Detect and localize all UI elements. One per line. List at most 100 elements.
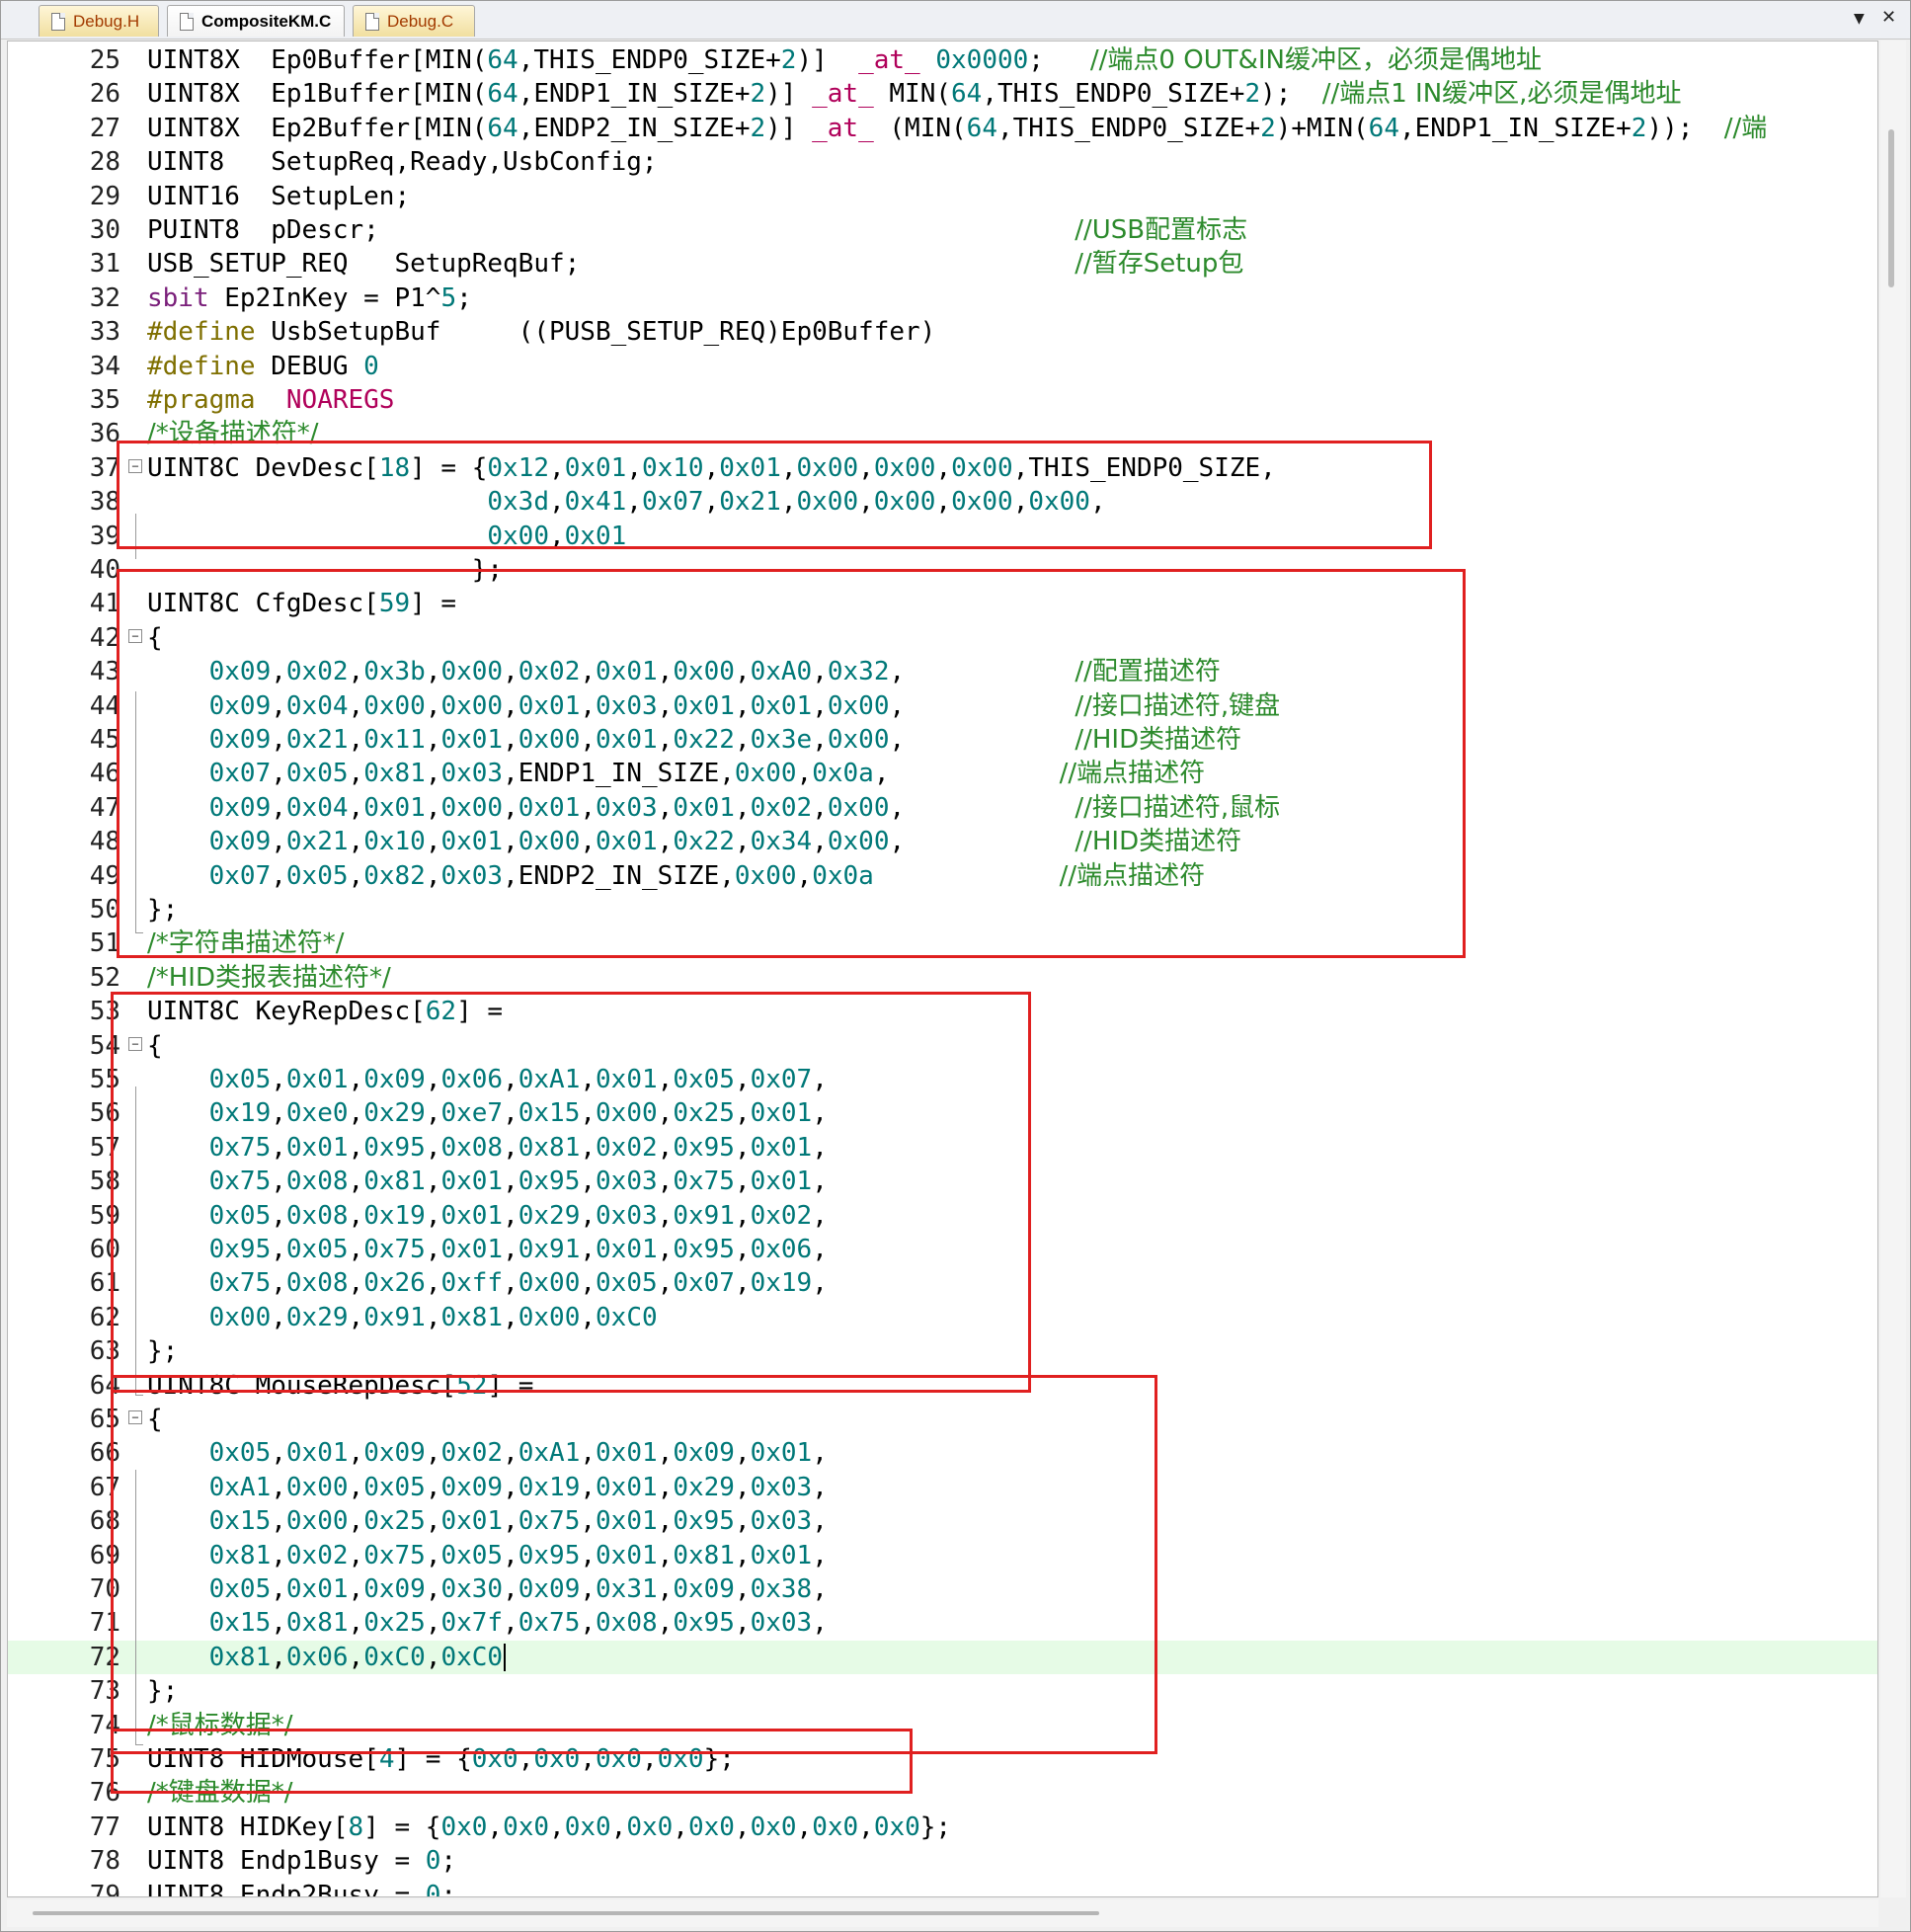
horizontal-scrollbar[interactable] bbox=[7, 1899, 1878, 1927]
code-line[interactable]: 25 UINT8X Ep0Buffer[MIN(64,THIS_ENDP0_SIZ… bbox=[8, 43, 1877, 77]
line-number: 44 bbox=[89, 690, 120, 721]
code-line[interactable]: 47 0x09,0x04,0x01,0x00,0x01,0x03,0x01,0x… bbox=[8, 791, 1877, 825]
horizontal-scroll-thumb[interactable] bbox=[33, 1911, 1099, 1915]
code-line[interactable]: 65−{ bbox=[8, 1403, 1877, 1436]
fold-toggle-icon[interactable]: − bbox=[128, 458, 142, 473]
code-line[interactable]: 45 0x09,0x21,0x11,0x01,0x00,0x01,0x22,0x… bbox=[8, 723, 1877, 757]
code-line[interactable]: 76 /*键盘数据*/ bbox=[8, 1776, 1877, 1810]
code-line[interactable]: 36 /*设备描述符*/ bbox=[8, 417, 1877, 450]
code-line[interactable]: 59 0x05,0x08,0x19,0x01,0x29,0x03,0x91,0x… bbox=[8, 1199, 1877, 1233]
line-number: 74 bbox=[89, 1710, 120, 1740]
code-line[interactable]: 26 UINT8X Ep1Buffer[MIN(64,ENDP1_IN_SIZE+… bbox=[8, 77, 1877, 111]
code-line[interactable]: 43 0x09,0x02,0x3b,0x00,0x02,0x01,0x00,0x… bbox=[8, 655, 1877, 688]
code-line[interactable]: 74 /*鼠标数据*/ bbox=[8, 1709, 1877, 1742]
code-line[interactable]: 50}; bbox=[8, 893, 1877, 926]
code-line[interactable]: 72 0x81,0x06,0xC0,0xC0 bbox=[8, 1640, 1877, 1674]
code-line[interactable]: 58 0x75,0x08,0x81,0x01,0x95,0x03,0x75,0x… bbox=[8, 1165, 1877, 1198]
code-line[interactable]: 68 0x15,0x00,0x25,0x01,0x75,0x01,0x95,0x… bbox=[8, 1504, 1877, 1538]
code-token: 18 bbox=[378, 452, 411, 483]
code-line[interactable]: 40 }; bbox=[8, 553, 1877, 587]
code-line[interactable]: 49 0x07,0x05,0x82,0x03,ENDP2_IN_SIZE,0x0… bbox=[8, 859, 1877, 893]
code-line[interactable]: 39 0x00,0x01 bbox=[8, 520, 1877, 553]
code-token: 0x00 bbox=[827, 725, 890, 755]
file-icon bbox=[180, 12, 194, 31]
code-line[interactable]: 73}; bbox=[8, 1674, 1877, 1708]
code-line[interactable]: 56 0x19,0xe0,0x29,0xe7,0x15,0x00,0x25,0x… bbox=[8, 1096, 1877, 1130]
tab-debug-h[interactable]: Debug.H bbox=[39, 5, 159, 37]
line-number: 36 bbox=[89, 419, 120, 449]
code-token: , bbox=[657, 1167, 674, 1197]
code-line[interactable]: 44 0x09,0x04,0x00,0x00,0x01,0x03,0x01,0x… bbox=[8, 689, 1877, 723]
code-line[interactable]: 57 0x75,0x01,0x95,0x08,0x81,0x02,0x95,0x… bbox=[8, 1131, 1877, 1165]
code-line[interactable]: 61 0x75,0x08,0x26,0xff,0x00,0x05,0x07,0x… bbox=[8, 1266, 1877, 1300]
code-line[interactable]: 31 USB_SETUP_REQ SetupReqBuf; //暂存Setup包 bbox=[8, 247, 1877, 281]
code-line[interactable]: 53 UINT8C KeyRepDesc[62] = bbox=[8, 995, 1877, 1028]
line-number: 72 bbox=[89, 1642, 120, 1672]
code-editor[interactable]: 25 UINT8X Ep0Buffer[MIN(64,THIS_ENDP0_SIZ… bbox=[7, 40, 1878, 1897]
code-line[interactable]: 62 0x00,0x29,0x91,0x81,0x00,0xC0 bbox=[8, 1301, 1877, 1334]
code-token: , bbox=[812, 792, 828, 823]
code-text: 0x75,0x08,0x26,0xff,0x00,0x05,0x07,0x19, bbox=[147, 1266, 828, 1300]
code-line[interactable]: 41 UINT8C CfgDesc[59] = bbox=[8, 587, 1877, 620]
code-line[interactable]: 64 UINT8C MouseRepDesc[52] = bbox=[8, 1369, 1877, 1403]
fold-toggle-icon[interactable]: − bbox=[128, 628, 142, 643]
code-line[interactable]: 27 UINT8X Ep2Buffer[MIN(64,ENDP2_IN_SIZE+… bbox=[8, 112, 1877, 145]
code-line[interactable]: 48 0x09,0x21,0x10,0x01,0x00,0x01,0x22,0x… bbox=[8, 825, 1877, 858]
code-token: , bbox=[271, 1540, 286, 1570]
tab-list-dropdown-icon[interactable]: ▼ bbox=[1854, 11, 1865, 27]
code-token: ] = { bbox=[410, 452, 488, 483]
code-token: , bbox=[734, 827, 751, 857]
code-token: (MIN( bbox=[873, 113, 967, 143]
code-line[interactable]: 52 /*HID类报表描述符*/ bbox=[8, 961, 1877, 995]
code-token: 0x09 bbox=[208, 690, 272, 721]
code-line[interactable]: 54−{ bbox=[8, 1029, 1877, 1063]
code-token: 0x75 bbox=[208, 1132, 272, 1163]
fold-toggle-icon[interactable]: − bbox=[128, 1036, 142, 1051]
code-line[interactable]: 71 0x15,0x81,0x25,0x7f,0x75,0x08,0x95,0x… bbox=[8, 1606, 1877, 1640]
code-token: 0x0 bbox=[596, 1744, 642, 1774]
code-line[interactable]: 46 0x07,0x05,0x81,0x03,ENDP1_IN_SIZE,0x0… bbox=[8, 757, 1877, 790]
vertical-scroll-thumb[interactable] bbox=[1888, 129, 1894, 287]
code-line[interactable]: 70 0x05,0x01,0x09,0x30,0x09,0x31,0x09,0x… bbox=[8, 1572, 1877, 1606]
code-line[interactable]: 77 UINT8 HIDKey[8] = {0x0,0x0,0x0,0x0,0x0… bbox=[8, 1811, 1877, 1844]
tab-compositekm-c[interactable]: CompositeKM.C bbox=[167, 5, 345, 37]
code-text: UINT8X Ep2Buffer[MIN(64,ENDP2_IN_SIZE+2)… bbox=[147, 112, 1767, 145]
code-line[interactable]: 75 UINT8 HIDMouse[4] = {0x0,0x0,0x0,0x0}; bbox=[8, 1742, 1877, 1776]
code-line[interactable]: 37− UINT8C DevDesc[18] = {0x12,0x01,0x10,… bbox=[8, 451, 1877, 485]
code-line[interactable]: 33 #define UsbSetupBuf ((PUSB_SETUP_REQ)E… bbox=[8, 315, 1877, 349]
code-token: , bbox=[703, 487, 720, 518]
code-token: , bbox=[503, 792, 518, 823]
code-line[interactable]: 63}; bbox=[8, 1334, 1877, 1368]
code-line[interactable]: 66 0x05,0x01,0x09,0x02,0xA1,0x01,0x09,0x… bbox=[8, 1436, 1877, 1470]
code-line[interactable]: 79 UINT8 Endp2Busy = 0; bbox=[8, 1879, 1877, 1896]
code-token: 0x01 bbox=[363, 792, 426, 823]
code-line[interactable]: 60 0x95,0x05,0x75,0x01,0x91,0x01,0x95,0x… bbox=[8, 1233, 1877, 1266]
vertical-scrollbar[interactable] bbox=[1880, 40, 1906, 1897]
code-token: , bbox=[580, 1268, 597, 1299]
code-line[interactable]: 67 0xA1,0x00,0x05,0x09,0x19,0x01,0x29,0x… bbox=[8, 1471, 1877, 1504]
close-tab-icon[interactable]: ✕ bbox=[1881, 7, 1896, 28]
code-line[interactable]: 34 #define DEBUG 0 bbox=[8, 350, 1877, 383]
code-line[interactable]: 32 sbit Ep2InKey = P1^5; bbox=[8, 282, 1877, 315]
code-line[interactable]: 35 #pragma NOAREGS bbox=[8, 383, 1877, 417]
code-line[interactable]: 28 UINT8 SetupReq,Ready,UsbConfig; bbox=[8, 145, 1877, 179]
code-token: MIN( bbox=[873, 79, 952, 110]
code-token: , bbox=[503, 725, 518, 755]
code-line[interactable]: 55 0x05,0x01,0x09,0x06,0xA1,0x01,0x05,0x… bbox=[8, 1063, 1877, 1096]
code-line[interactable]: 42−{ bbox=[8, 621, 1877, 655]
code-line[interactable]: 69 0x81,0x02,0x75,0x05,0x95,0x01,0x81,0x… bbox=[8, 1539, 1877, 1572]
code-line[interactable]: 38 0x3d,0x41,0x07,0x21,0x00,0x00,0x00,0x… bbox=[8, 485, 1877, 519]
code-line[interactable]: 51 /*字符串描述符*/ bbox=[8, 926, 1877, 960]
code-token: 0x75 bbox=[363, 1540, 426, 1570]
code-line[interactable]: 78 UINT8 Endp1Busy = 0; bbox=[8, 1844, 1877, 1878]
fold-toggle-icon[interactable]: − bbox=[128, 1410, 142, 1424]
line-number: 35 bbox=[89, 385, 120, 415]
code-token: , bbox=[503, 1065, 518, 1094]
code-token: 0x19 bbox=[208, 1098, 272, 1129]
tab-debug-c[interactable]: Debug.C bbox=[353, 5, 475, 37]
code-token: ,ENDP2_IN_SIZE+ bbox=[518, 113, 751, 143]
code-line[interactable]: 29 UINT16 SetupLen; bbox=[8, 180, 1877, 213]
code-line[interactable]: 30 PUINT8 pDescr; //USB配置标志 bbox=[8, 213, 1877, 247]
line-number: 30 bbox=[89, 215, 120, 245]
